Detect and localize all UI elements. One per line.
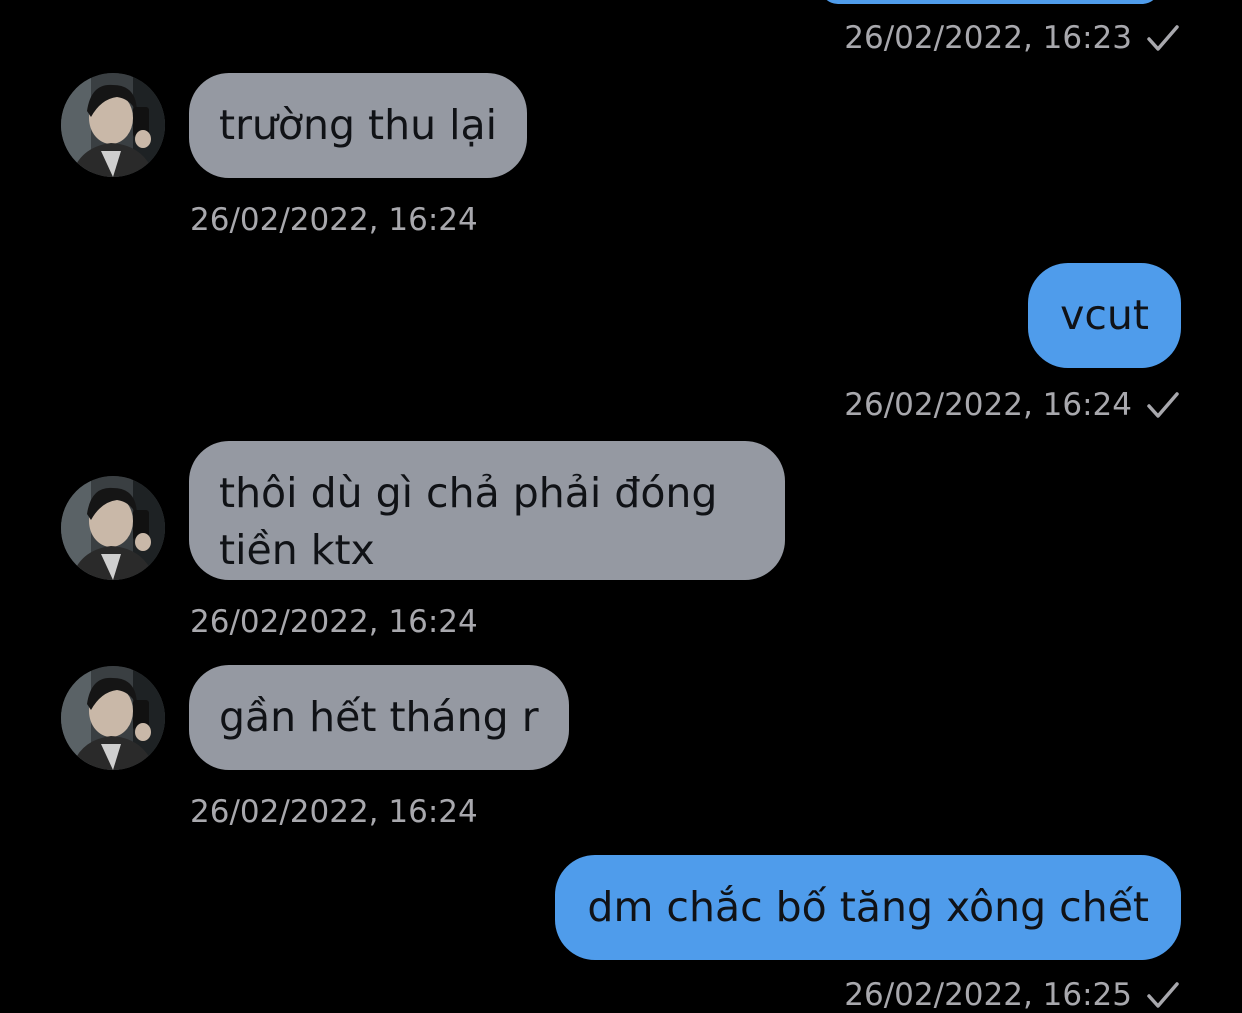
message-timestamp: 26/02/2022, 16:24 <box>190 604 478 640</box>
message-text: gần hết tháng r <box>219 693 539 741</box>
avatar-photo <box>61 73 165 177</box>
checkmark-icon <box>1147 982 1179 1008</box>
checkmark-icon <box>1147 392 1179 418</box>
message-timestamp: 26/02/2022, 16:24 <box>190 794 478 830</box>
message-bubble-outgoing[interactable]: vcut <box>1028 263 1181 368</box>
message-bubble-incoming[interactable]: thôi dù gì chả phải đóng tiền ktx <box>189 441 785 580</box>
timestamp-text: 26/02/2022, 16:24 <box>190 604 478 640</box>
message-text: dm chắc bố tăng xông chết <box>587 883 1149 931</box>
avatar[interactable] <box>61 73 165 177</box>
timestamp-text: 26/02/2022, 16:25 <box>844 977 1132 1013</box>
avatar[interactable] <box>61 476 165 580</box>
message-text: trường thu lại <box>219 101 498 149</box>
avatar-photo <box>61 666 165 770</box>
avatar-photo <box>61 476 165 580</box>
message-timestamp: 26/02/2022, 16:24 <box>844 387 1180 423</box>
message-bubble-incoming[interactable]: gần hết tháng r <box>189 665 569 770</box>
message-bubble-outgoing-partial[interactable] <box>820 0 1160 4</box>
chat-thread[interactable]: 26/02/2022, 16:23 trường thu lại 26/02/2… <box>0 0 1242 1013</box>
message-timestamp: 26/02/2022, 16:23 <box>844 20 1180 56</box>
timestamp-text: 26/02/2022, 16:24 <box>190 794 478 830</box>
message-text: thôi dù gì chả phải đóng tiền ktx <box>219 469 718 574</box>
timestamp-text: 26/02/2022, 16:23 <box>844 20 1132 56</box>
message-bubble-incoming[interactable]: trường thu lại <box>189 73 528 178</box>
message-timestamp: 26/02/2022, 16:25 <box>844 977 1180 1013</box>
message-timestamp: 26/02/2022, 16:24 <box>190 202 478 238</box>
timestamp-text: 26/02/2022, 16:24 <box>190 202 478 238</box>
timestamp-text: 26/02/2022, 16:24 <box>844 387 1132 423</box>
message-text: vcut <box>1060 291 1149 339</box>
checkmark-icon <box>1147 25 1179 51</box>
message-bubble-outgoing[interactable]: dm chắc bố tăng xông chết <box>555 855 1181 960</box>
avatar[interactable] <box>61 666 165 770</box>
